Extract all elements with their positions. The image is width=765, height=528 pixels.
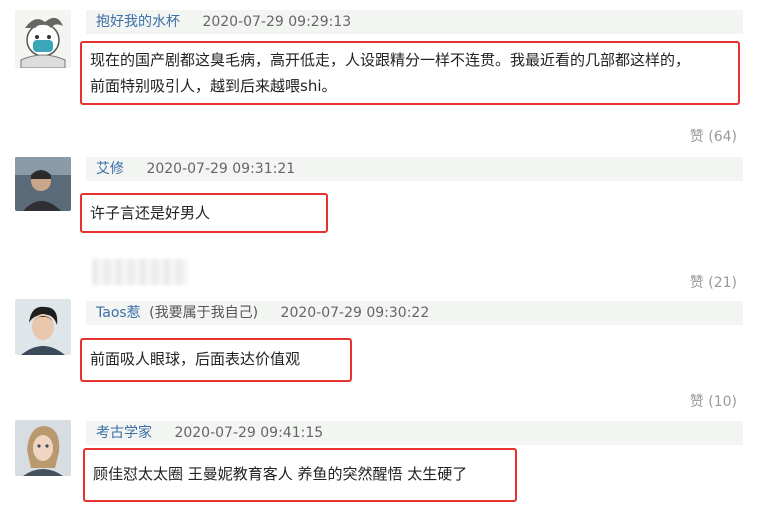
avatar-photo-image: [15, 420, 71, 476]
comment-timestamp: 2020-07-29 09:30:22: [280, 305, 430, 321]
comment-line: 顾佳怼太太圈 王曼妮教育客人 养鱼的突然醒悟 太生硬了: [93, 465, 468, 483]
avatar[interactable]: [15, 299, 71, 355]
comment-line: 前面吸人眼球，后面表达价值观: [90, 350, 301, 368]
comment-timestamp: 2020-07-29 09:31:21: [146, 161, 296, 177]
avatar[interactable]: [15, 10, 71, 68]
like-button[interactable]: 赞 (21): [690, 272, 737, 292]
like-button[interactable]: 赞 (10): [690, 391, 737, 411]
comment-text: 前面吸人眼球，后面表达价值观: [80, 338, 352, 382]
comment-header: 艾修 2020-07-29 09:31:21: [86, 157, 743, 181]
avatar[interactable]: [15, 157, 71, 211]
avatar-sketch-image: [15, 10, 71, 68]
comment-line: 现在的国产剧都这臭毛病，高开低走，人设跟精分一样不连贯。我最近看的几部都这样的，: [90, 51, 691, 69]
comment-line: 前面特别吸引人，越到后来越喂shi。: [90, 77, 337, 95]
comment-timestamp: 2020-07-29 09:41:15: [174, 425, 324, 441]
username-link[interactable]: 艾修: [96, 161, 124, 177]
comment-header: 考古学家 2020-07-29 09:41:15: [86, 421, 743, 445]
avatar[interactable]: [15, 420, 71, 476]
blurred-content: [92, 259, 188, 285]
avatar-photo-image: [15, 299, 71, 355]
comment-text: 现在的国产剧都这臭毛病，高开低走，人设跟精分一样不连贯。我最近看的几部都这样的，…: [80, 41, 740, 105]
comment-timestamp: 2020-07-29 09:29:13: [202, 14, 352, 30]
comment-header: Taos惹 (我要属于我自己) 2020-07-29 09:30:22: [86, 301, 743, 325]
comment-line: 许子言还是好男人: [90, 204, 211, 222]
comment-text: 许子言还是好男人: [80, 193, 328, 233]
comment-header: 抱好我的水杯 2020-07-29 09:29:13: [86, 10, 743, 34]
username-link[interactable]: Taos惹: [96, 305, 141, 321]
username-link[interactable]: 考古学家: [96, 425, 152, 441]
avatar-photo-image: [15, 157, 71, 211]
username-link[interactable]: 抱好我的水杯: [96, 14, 180, 30]
user-remark: (我要属于我自己): [149, 305, 259, 321]
comment-text: 顾佳怼太太圈 王曼妮教育客人 养鱼的突然醒悟 太生硬了: [83, 448, 517, 502]
like-button[interactable]: 赞 (64): [690, 126, 737, 146]
